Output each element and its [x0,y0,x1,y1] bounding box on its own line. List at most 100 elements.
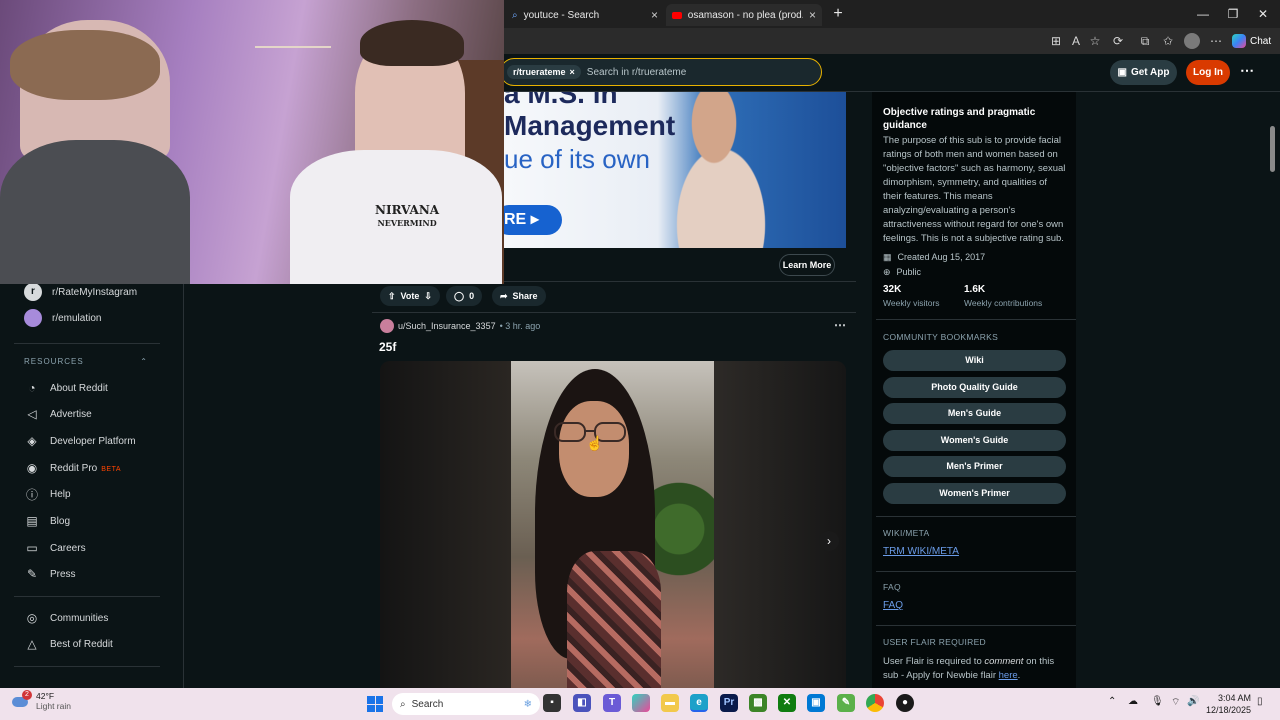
weekly-contributions-label: Weekly contributions [964,298,1043,308]
post-media[interactable] [380,361,846,688]
person-left-hair [10,30,160,100]
collections-icon[interactable]: ⧉ [1137,33,1153,49]
sidebar-item-careers[interactable]: ▭ Careers [24,536,85,560]
communities-icon: ◎ [26,611,38,625]
sidebar-item-best-of[interactable]: △ Best of Reddit [24,632,112,656]
wifi-icon[interactable]: ⌔ [1171,696,1180,709]
close-icon[interactable]: × [570,67,575,77]
page-scrollbar[interactable] [1268,92,1276,688]
photo-dress [567,551,661,688]
bookmark-mens-guide[interactable]: Men's Guide [883,403,1066,424]
onedrive-icon[interactable]: ☁ [1128,696,1138,707]
xbox-icon[interactable]: ✕ [778,694,796,712]
weather-widget[interactable]: 2 42°F Light rain [12,690,71,711]
teams-icon[interactable]: ◧ [573,694,591,712]
flair-emphasis: comment [984,656,1024,667]
maximize-button[interactable]: ❐ [1218,5,1248,23]
windows-start-icon[interactable] [367,696,383,712]
notification-icon[interactable]: ▯ [1257,696,1263,707]
sidebar-item-press[interactable]: ✎ Press [24,562,76,586]
chrome-icon[interactable] [866,694,884,712]
sidebar-item-help[interactable]: ⓘ Help [24,482,71,506]
new-tab-button[interactable]: + [828,4,848,24]
resources-header[interactable]: RESOURCES ⌃ [24,357,148,366]
sidebar-item-label: Advertise [50,408,92,420]
edge-browser-icon[interactable]: e [690,694,708,712]
taskbar-search[interactable]: ⌕ Search ❄ [392,693,540,715]
ad-headline-3: ue of its own [504,144,650,174]
bookmark-photo-quality-guide[interactable]: Photo Quality Guide [883,377,1066,398]
file-explorer-icon[interactable]: ▬ [661,694,679,712]
bookmark-womens-primer[interactable]: Women's Primer [883,483,1066,504]
tab-youtube[interactable]: osamason - no plea (prod. boolymon) × [666,4,822,26]
close-tab-icon[interactable]: × [651,8,658,22]
extensions-icon[interactable]: ⟳ [1110,33,1126,49]
vote-button[interactable]: ⇧ Vote ⇩ [380,286,440,306]
speaker-icon[interactable]: 🔊 [1187,696,1199,707]
youtube-icon [672,11,682,19]
login-button[interactable]: Log In [1186,60,1230,85]
sidebar-item-reddit-pro[interactable]: ◉ Reddit Pro BETA [24,456,121,480]
close-window-button[interactable]: ✕ [1248,5,1278,23]
avatar[interactable] [380,319,394,333]
teams-work-icon[interactable]: T [603,694,621,712]
sidebar-item-blog[interactable]: ▤ Blog [24,509,70,533]
copilot-chat-button[interactable]: Chat [1232,31,1271,51]
comments-button[interactable]: ◯ 0 [446,286,483,306]
bookmark-mens-primer[interactable]: Men's Primer [883,456,1066,477]
sidebar-item-about[interactable]: ◔ About Reddit [24,376,107,400]
created-date: ▦ Created Aug 15, 2017 [883,250,985,264]
flair-here-link[interactable]: here [999,670,1018,681]
microphone-icon[interactable]: 🎙 [1151,696,1164,707]
flair-header: USER FLAIR REQUIRED [883,637,986,647]
scrollbar-thumb[interactable] [1270,126,1275,172]
close-tab-icon[interactable]: × [809,8,816,22]
post-author[interactable]: u/Such_Insurance_3357 [398,321,496,331]
upvote-icon[interactable]: ⇧ [388,291,396,302]
system-clock[interactable]: 3:04 AM 12/18/2025 [1206,692,1251,716]
share-button[interactable]: ➦ Share [492,286,546,306]
app-icon[interactable]: ● [896,694,914,712]
post-title[interactable]: 25f [379,340,396,354]
profile-avatar[interactable] [1184,33,1200,49]
subreddit-search-chip[interactable]: r/truerateme × [507,65,581,79]
sidebar-item-developer[interactable]: ◈ Developer Platform [24,429,135,453]
copilot-icon[interactable] [632,694,650,712]
subreddit-icon: r [24,283,42,301]
more-menu-icon[interactable]: ⋯ [1240,62,1254,79]
downvote-icon[interactable]: ⇩ [424,291,432,302]
favorite-icon[interactable]: ☆ [1087,33,1103,49]
more-options-icon[interactable]: ⋯ [1208,33,1224,49]
minimize-button[interactable]: — [1188,5,1218,23]
notepad-icon[interactable]: ✎ [837,694,855,712]
sidebar-item-emulation[interactable]: r/emulation [24,306,101,330]
post-meta: u/Such_Insurance_3357 • 3 hr. ago [380,318,540,334]
sidebar-item-advertise[interactable]: ◁ Advertise [24,402,92,426]
sidebar-divider [876,571,1076,572]
faq-link[interactable]: FAQ [883,600,903,611]
tab-search[interactable]: ⌕ youtuce - Search × [506,4,664,26]
next-image-button[interactable]: › [819,531,839,551]
minecraft-icon[interactable]: ▩ [749,694,767,712]
promoted-ad-image[interactable]: a M.S. in Management ue of its own RE ▸ [504,92,846,248]
ad-cta-button[interactable]: RE ▸ [504,205,562,235]
sidebar-item-communities[interactable]: ◎ Communities [24,606,109,630]
premiere-pro-icon[interactable]: Pr [720,694,738,712]
megaphone-icon: ◁ [27,407,37,421]
split-screen-icon[interactable]: ⊞ [1048,33,1064,49]
chevron-up-icon[interactable]: ⌃ [1108,696,1116,707]
learn-more-button[interactable]: Learn More [779,254,835,276]
post-time: • 3 hr. ago [499,321,541,331]
bookmark-womens-guide[interactable]: Women's Guide [883,430,1066,451]
read-aloud-icon[interactable]: A [1068,33,1084,49]
wiki-link[interactable]: TRM WIKI/META [883,546,959,557]
bookmark-wiki[interactable]: Wiki [883,350,1066,371]
task-view-icon[interactable]: ▪ [543,694,561,712]
search-bar[interactable]: r/truerateme × Search in r/truerateme [500,58,822,86]
microsoft-store-icon[interactable]: ▣ [807,694,825,712]
favorites-bar-icon[interactable]: ✩ [1160,33,1176,49]
faq-header: FAQ [883,582,901,592]
post-options-icon[interactable]: ⋯ [834,318,846,332]
get-app-button[interactable]: ▣ Get App [1110,60,1177,85]
person-left-shirt [0,140,190,284]
